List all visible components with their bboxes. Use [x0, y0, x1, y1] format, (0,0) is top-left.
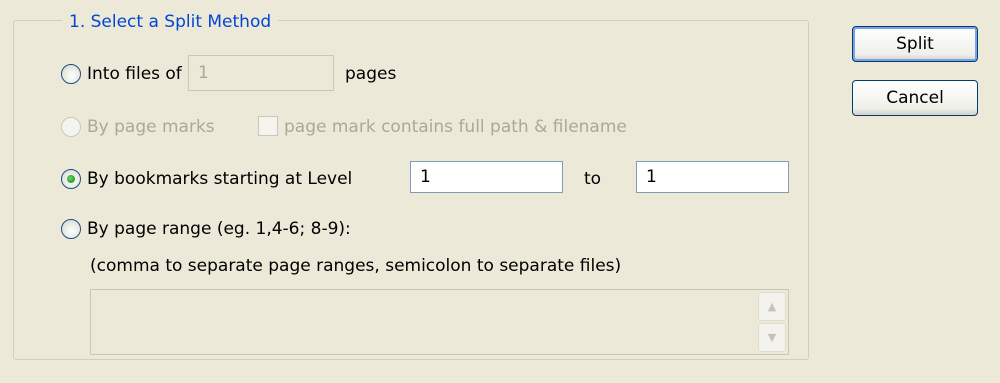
- radio-bookmarks[interactable]: [61, 169, 81, 189]
- scroll-up-icon[interactable]: ▲: [758, 292, 786, 321]
- page-range-hint: (comma to separate page ranges, semicolo…: [90, 256, 622, 276]
- radio-into-files[interactable]: [61, 64, 81, 84]
- cancel-button[interactable]: Cancel: [852, 80, 978, 116]
- page-range-label: By page range (eg. 1,4-6; 8-9):: [87, 219, 351, 239]
- scroll-down-icon[interactable]: ▼: [758, 323, 786, 352]
- bookmark-level-from-input[interactable]: [410, 161, 563, 193]
- pages-suffix-label: pages: [345, 64, 397, 84]
- textarea-scrollbar[interactable]: ▲ ▼: [758, 292, 786, 352]
- radio-selected-dot: [67, 175, 75, 183]
- page-mark-full-path-checkbox[interactable]: [258, 116, 278, 136]
- pages-per-file-input[interactable]: [188, 55, 334, 91]
- to-label: to: [584, 169, 602, 189]
- radio-page-range[interactable]: [61, 219, 81, 239]
- page-range-textarea[interactable]: ▲ ▼: [90, 289, 789, 355]
- page-marks-label: By page marks: [87, 117, 215, 137]
- groupbox-title: 1. Select a Split Method: [62, 10, 279, 34]
- bookmark-level-to-input[interactable]: [636, 161, 789, 193]
- split-button[interactable]: Split: [852, 26, 978, 62]
- into-files-label: Into files of: [87, 64, 182, 84]
- bookmarks-label: By bookmarks starting at Level: [87, 169, 353, 189]
- page-mark-full-path-label: page mark contains full path & filename: [284, 117, 627, 137]
- radio-page-marks[interactable]: [61, 117, 81, 137]
